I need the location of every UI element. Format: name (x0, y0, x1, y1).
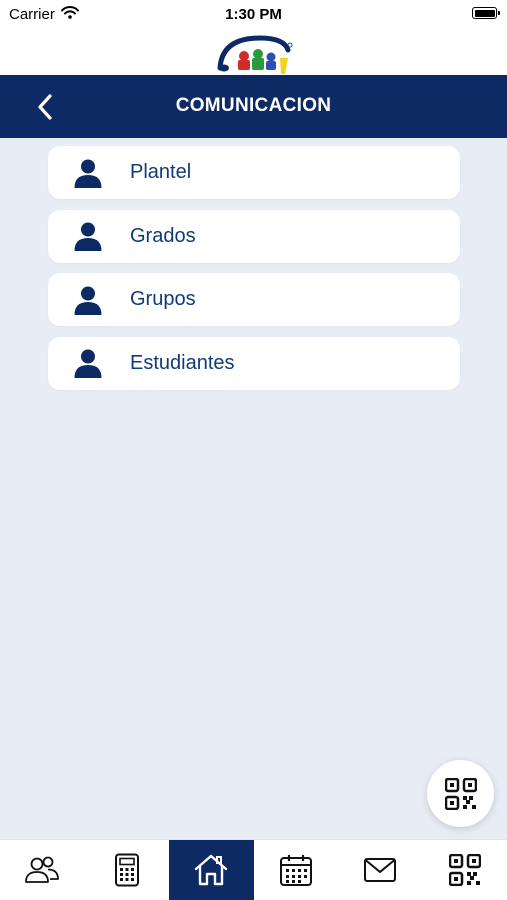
menu-item-label: Plantel (130, 161, 192, 183)
qr-code-icon (448, 854, 481, 886)
tab-mail[interactable] (338, 840, 423, 900)
tab-calendar[interactable] (254, 840, 339, 900)
qr-scan-button[interactable] (427, 760, 494, 827)
battery-icon (472, 7, 500, 19)
tab-people[interactable] (0, 840, 85, 900)
menu-item-grupos[interactable]: Grupos (48, 273, 460, 326)
tab-qr[interactable] (423, 840, 507, 900)
user-icon (74, 286, 102, 315)
tab-calculator[interactable] (85, 840, 170, 900)
user-icon (74, 222, 102, 251)
menu-item-label: Grupos (130, 288, 196, 310)
app-logo (217, 35, 293, 74)
menu-item-grados[interactable]: Grados (48, 209, 460, 263)
calculator-icon (114, 853, 139, 887)
home-icon (195, 854, 228, 886)
logo-bar (0, 28, 507, 75)
tab-bar (0, 839, 507, 900)
status-time: 1:30 PM (225, 6, 282, 23)
menu-list: Plantel Grados Grupos Estudiantes (48, 146, 460, 400)
nav-bar: COMUNICACION (0, 75, 507, 138)
menu-item-label: Grados (130, 224, 196, 247)
page-title: COMUNICACION (175, 95, 332, 116)
menu-item-estudiantes[interactable]: Estudiantes (48, 336, 460, 390)
calendar-icon (279, 855, 312, 886)
status-bar: Carrier 1:30 PM (0, 0, 507, 28)
menu-item-plantel[interactable]: Plantel (48, 146, 460, 199)
qr-code-icon (444, 777, 477, 810)
people-icon (25, 856, 60, 883)
mail-icon (364, 858, 397, 882)
user-icon (74, 159, 102, 188)
menu-item-label: Estudiantes (130, 351, 235, 374)
user-icon (74, 349, 102, 378)
tab-home[interactable] (169, 840, 254, 900)
